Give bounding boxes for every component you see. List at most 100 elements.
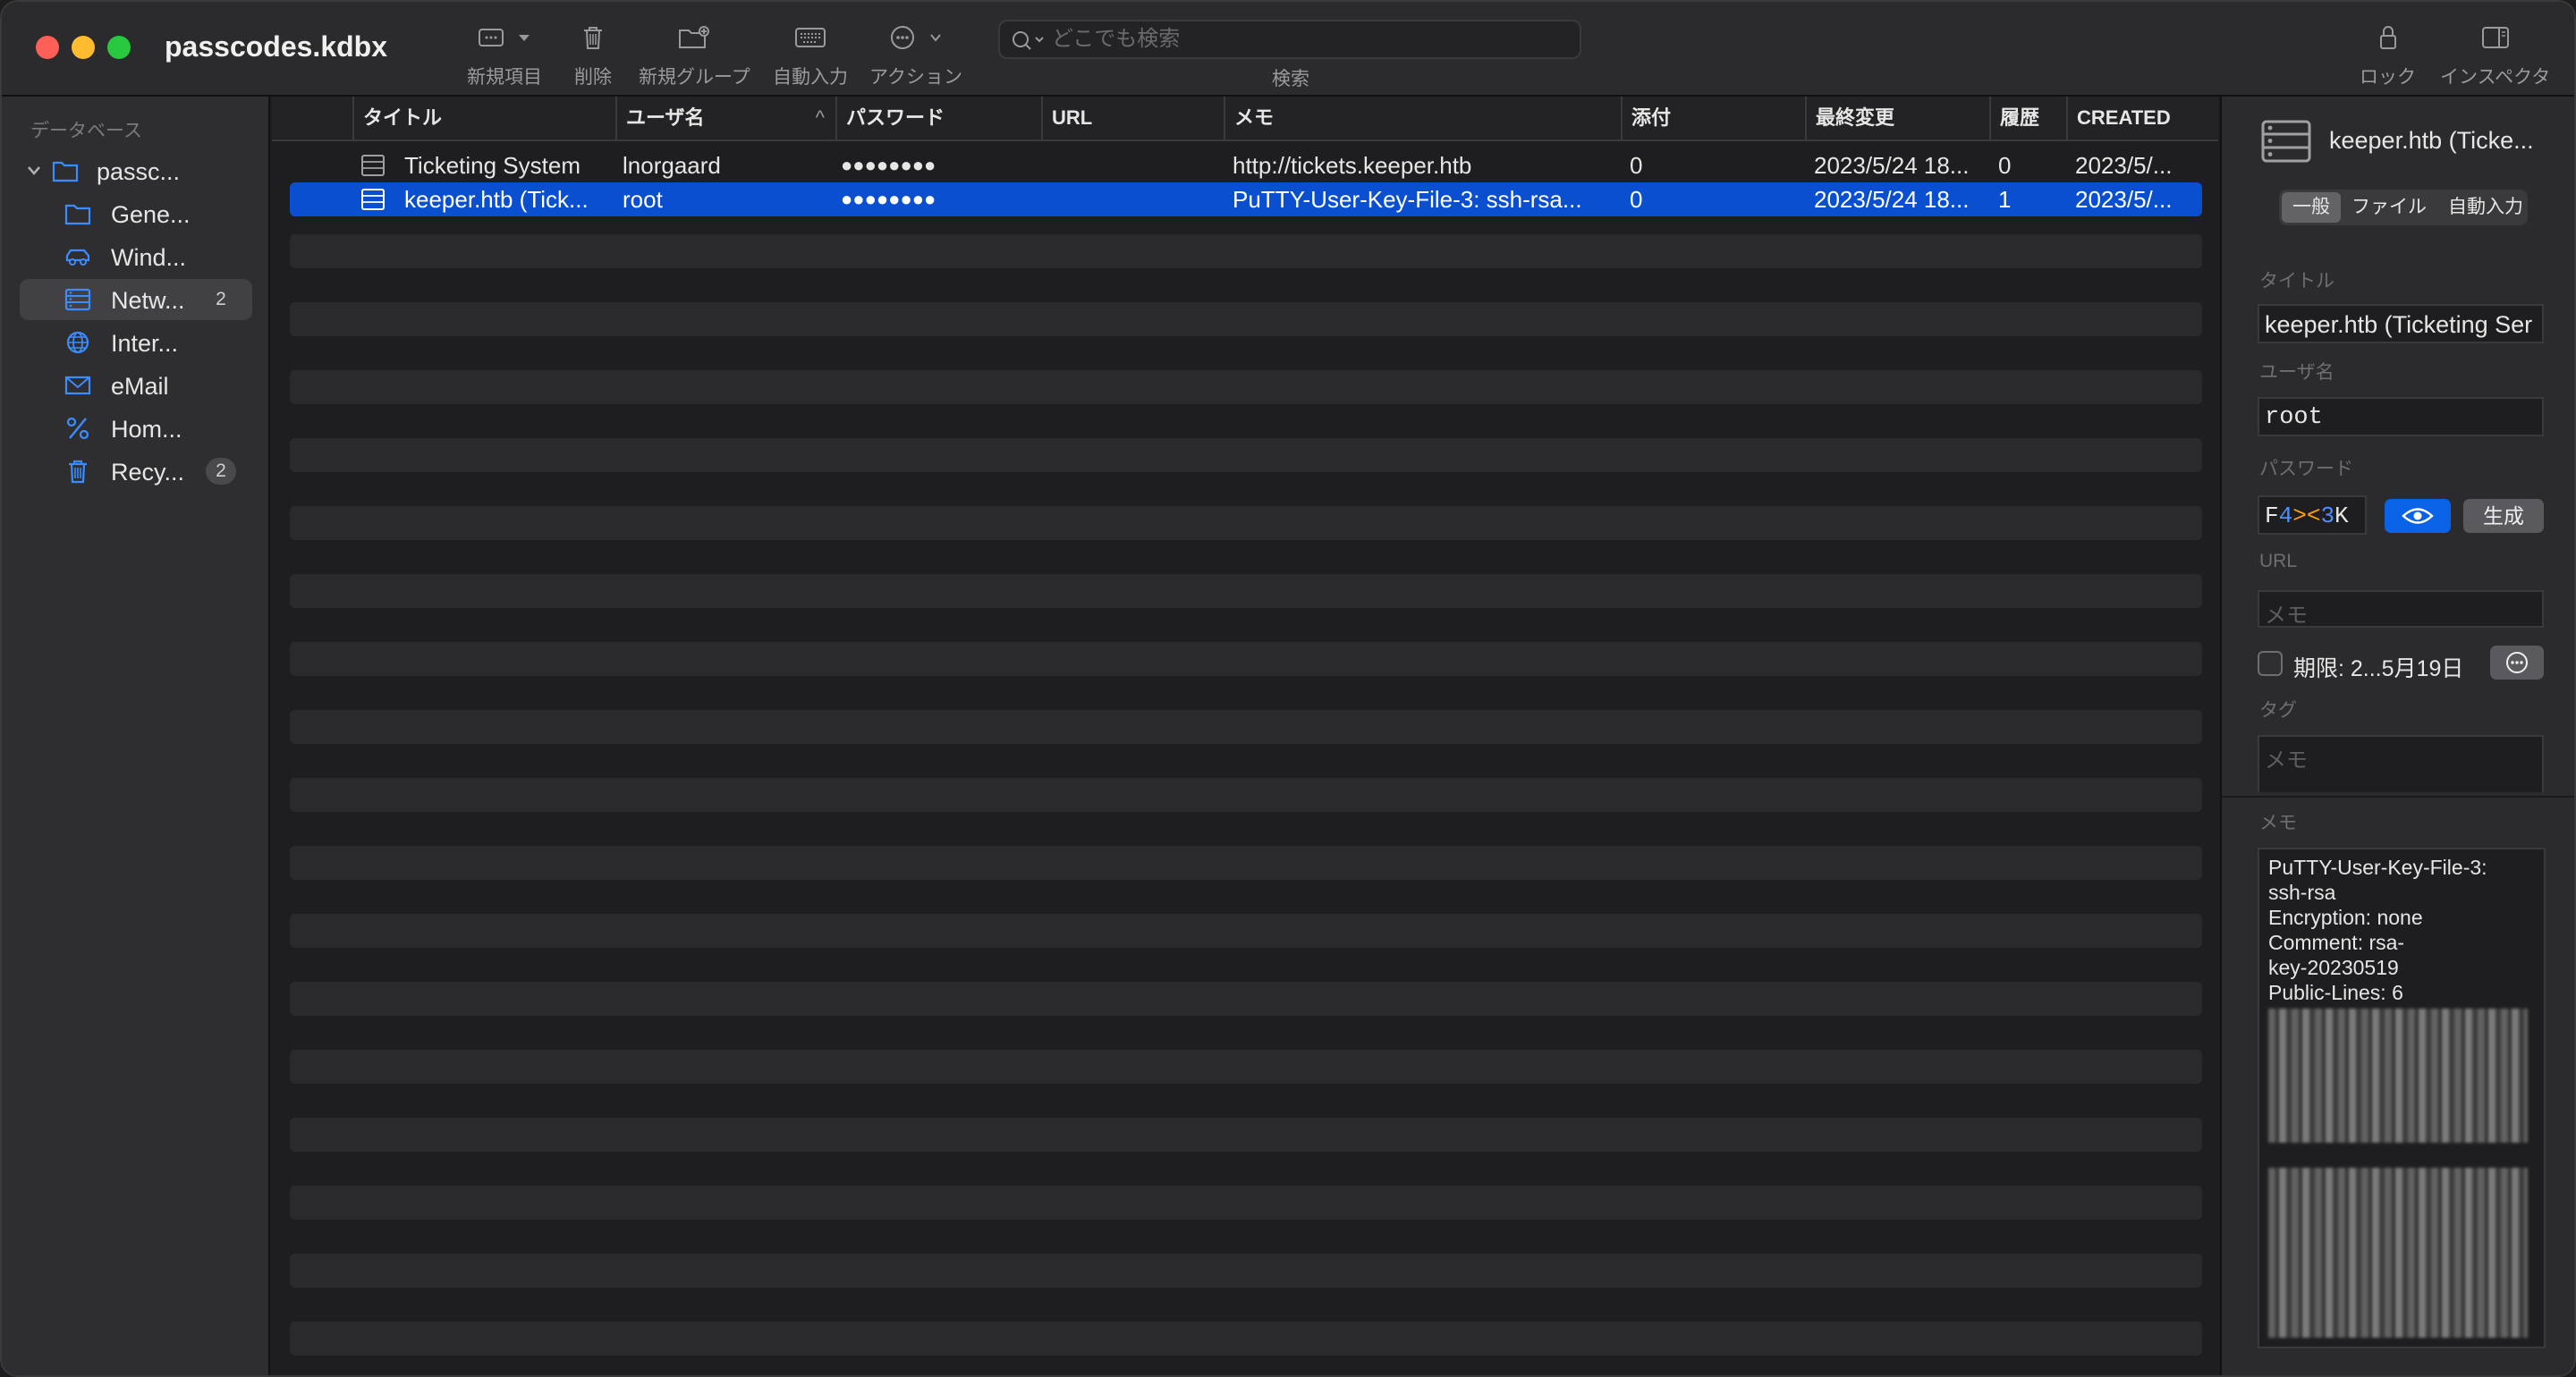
column-header-password[interactable]: パスワード	[835, 97, 1041, 139]
empty-row	[290, 1254, 2202, 1288]
close-window-button[interactable]	[36, 36, 59, 59]
notes-line: PuTTY-User-Key-File-3:	[2268, 856, 2487, 879]
sidebar-item-general[interactable]: Gene...	[20, 193, 252, 234]
table-row-selected[interactable]: keeper.htb (Tick... root ●●●●●●●● PuTTY-…	[290, 182, 2202, 216]
expiry-options-button[interactable]	[2490, 646, 2544, 680]
server-icon	[2261, 120, 2311, 163]
sidebar-item-label: Inter...	[111, 330, 179, 357]
column-header-notes[interactable]: メモ	[1224, 97, 1621, 139]
notes-line: Public-Lines: 6	[2268, 981, 2403, 1004]
tab-files[interactable]: ファイル	[2341, 192, 2437, 223]
sidebar-item-windows[interactable]: Wind...	[20, 236, 252, 277]
tab-autofill[interactable]: 自動入力	[2437, 192, 2534, 223]
action-button[interactable]: アクション	[869, 18, 962, 89]
generate-password-button[interactable]: 生成	[2463, 499, 2544, 533]
sidebar-item-email[interactable]: eMail	[20, 365, 252, 406]
username-field[interactable]: root	[2258, 397, 2544, 436]
entry-table: タイトル ユーザ名 ^ パスワード URL メモ 添付 最終変更 履歴 CREAT…	[272, 97, 2218, 1375]
sidebar-item-homebanking[interactable]: Hom...	[20, 408, 252, 449]
sidebar-item-network[interactable]: Netw... 2	[20, 279, 252, 320]
cell-history: 1	[1998, 186, 2012, 213]
password-char: F	[2265, 503, 2279, 529]
column-header-title[interactable]: タイトル	[352, 97, 535, 139]
cell-notes: PuTTY-User-Key-File-3: ssh-rsa...	[1233, 186, 1582, 213]
sidebar-item-recycle-bin[interactable]: Recy... 2	[20, 451, 252, 492]
search-label: 検索	[1272, 69, 1309, 89]
new-group-button[interactable]: 新規グループ	[639, 18, 750, 89]
search-icon	[1013, 31, 1044, 50]
reveal-password-button[interactable]	[2385, 499, 2451, 533]
server-icon	[361, 155, 385, 176]
cell-title: Ticketing System	[404, 152, 580, 179]
column-header-history[interactable]: 履歴	[1989, 97, 2066, 139]
column-header-attachments[interactable]: 添付	[1621, 97, 1805, 139]
empty-row	[290, 710, 2202, 744]
server-icon	[361, 189, 385, 210]
sidebar-item-database-root[interactable]: passc...	[20, 150, 252, 191]
title-field[interactable]: keeper.htb (Ticketing Ser	[2258, 304, 2544, 343]
count-badge: 2	[206, 458, 236, 485]
expiry-checkbox[interactable]	[2258, 651, 2283, 676]
lock-button[interactable]: ロック	[2360, 18, 2416, 89]
cell-attachments: 0	[1630, 186, 1643, 213]
empty-row	[290, 438, 2202, 472]
percent-icon	[66, 417, 89, 440]
globe-icon	[66, 331, 89, 354]
inspector-tabs: 一般 ファイル 自動入力	[2279, 190, 2528, 225]
empty-row	[290, 778, 2202, 812]
autofill-button[interactable]: 自動入力	[773, 18, 848, 89]
window-title: passcodes.kdbx	[165, 30, 387, 63]
table-header: タイトル ユーザ名 ^ パスワード URL メモ 添付 最終変更 履歴 CREAT…	[272, 97, 2218, 141]
cell-username: root	[623, 186, 663, 213]
cell-password: ●●●●●●●●	[841, 154, 936, 176]
notes-line: Encryption: none	[2268, 906, 2423, 929]
cell-notes: http://tickets.keeper.htb	[1233, 152, 1472, 179]
column-header-username[interactable]: ユーザ名 ^	[615, 97, 835, 139]
search-input[interactable]	[1052, 25, 1553, 54]
url-field[interactable]: メモ	[2258, 590, 2544, 628]
cell-password: ●●●●●●●●	[841, 188, 936, 210]
new-item-label: 新規項目	[467, 67, 542, 88]
notes-field[interactable]: PuTTY-User-Key-File-3: ssh-rsa Encryptio…	[2258, 848, 2546, 1348]
empty-row	[290, 506, 2202, 540]
cell-title: keeper.htb (Tick...	[404, 186, 589, 213]
password-digit: 3	[2320, 503, 2335, 529]
search-field[interactable]	[998, 20, 1581, 59]
column-header-url[interactable]: URL	[1041, 97, 1224, 139]
sidebar-item-internet[interactable]: Inter...	[20, 322, 252, 363]
chevron-down-icon[interactable]	[517, 32, 531, 43]
lock-icon	[2379, 26, 2396, 49]
column-header-created[interactable]: CREATED	[2066, 97, 2218, 139]
sidebar-item-label: passc...	[97, 158, 181, 185]
notes-line: Comment: rsa-	[2268, 931, 2405, 954]
sidebar: データベース passc... Gene... Wind... Netw... …	[2, 97, 270, 1375]
tags-field[interactable]: メモ	[2258, 735, 2544, 792]
cell-modified: 2023/5/24 18...	[1814, 152, 1970, 179]
delete-button[interactable]: 削除	[574, 18, 612, 89]
car-icon	[65, 249, 90, 266]
tab-general[interactable]: 一般	[2282, 192, 2341, 223]
server-icon	[64, 288, 91, 311]
cell-url	[1050, 182, 1220, 216]
sidebar-item-label: Recy...	[111, 459, 185, 486]
password-field-label: パスワード	[2259, 459, 2353, 479]
zoom-window-button[interactable]	[107, 36, 131, 59]
table-row[interactable]: Ticketing System lnorgaard ●●●●●●●● http…	[290, 148, 2202, 182]
minimize-window-button[interactable]	[72, 36, 95, 59]
chevron-down-icon[interactable]	[25, 160, 43, 180]
notes-line: key-20230519	[2268, 956, 2399, 979]
sidebar-item-label: Hom...	[111, 416, 182, 443]
empty-row	[290, 302, 2202, 336]
toolbar: passcodes.kdbx 新規項目 削除 新規グループ 自動入力 アクション…	[2, 2, 2574, 97]
password-field[interactable]: F4><3K	[2258, 495, 2367, 535]
sidebar-right-icon	[2481, 27, 2509, 48]
column-header-label: ユーザ名	[626, 106, 705, 129]
cell-username: lnorgaard	[623, 152, 721, 179]
column-header-modified[interactable]: 最終変更	[1805, 97, 1989, 139]
empty-row	[290, 914, 2202, 948]
inspector-toggle-button[interactable]: インスペクタ	[2440, 18, 2550, 89]
new-item-button[interactable]: 新規項目	[467, 18, 542, 89]
password-symbol: ><	[2292, 503, 2321, 529]
sort-ascending-icon: ^	[815, 106, 825, 129]
new-folder-icon	[679, 26, 710, 48]
